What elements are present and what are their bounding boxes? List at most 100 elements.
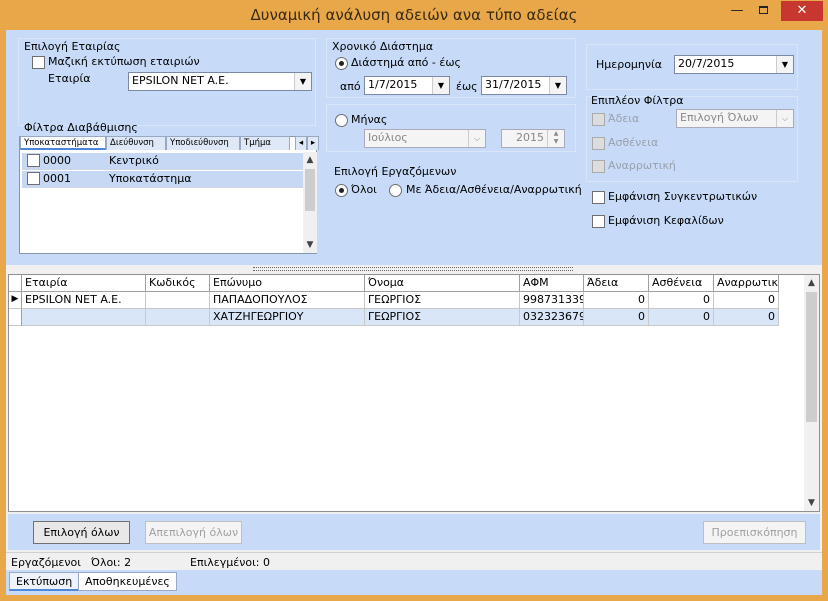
year-value: 2015 xyxy=(516,131,544,144)
cell-name[interactable]: ΓΕΩΡΓΙΟΣ xyxy=(365,292,520,309)
column-header-afm[interactable]: ΑΦΜ xyxy=(520,275,584,292)
cell-sick[interactable]: 0 xyxy=(649,292,714,309)
sick-label: Ασθένεια xyxy=(608,136,659,149)
maximize-button[interactable] xyxy=(750,1,776,21)
window-title: Δυναμική ανάλυση αδειών ανα τύπο αδείας xyxy=(250,6,578,24)
cell-surname[interactable]: ΧΑΤΖΗΓΕΩΡΓΙΟΥ xyxy=(210,309,365,326)
month-radio-label: Μήνας xyxy=(351,113,388,126)
chevron-up-icon[interactable]: ▲ xyxy=(804,275,819,291)
panel-splitter[interactable] xyxy=(6,265,822,274)
sick-checkbox[interactable] xyxy=(592,137,605,150)
minimize-button[interactable]: — xyxy=(724,1,750,21)
preview-button[interactable]: Προεπισκόπηση xyxy=(703,521,806,544)
company-select-value: EPSILON NET A.E. xyxy=(132,74,229,87)
cell-code[interactable] xyxy=(146,309,210,326)
chevron-up-icon[interactable]: ▲ xyxy=(303,152,317,168)
chevron-down-icon[interactable]: ▼ xyxy=(303,237,317,253)
from-label: από xyxy=(340,80,361,93)
cell-leave[interactable]: 0 xyxy=(584,292,649,309)
row-checkbox[interactable] xyxy=(27,154,40,167)
show-headers-checkbox[interactable] xyxy=(592,215,605,228)
cell-company[interactable] xyxy=(22,309,146,326)
employees-group-label: Επιλογή Εργαζόμενων xyxy=(334,165,457,178)
column-header-sick[interactable]: Ασθένεια xyxy=(649,275,714,292)
grading-filters-panel: 0000 Κεντρικό 0001 Υποκατάστημα ▲ ▼ xyxy=(19,136,317,254)
cell-company[interactable]: EPSILON NET A.E. xyxy=(22,292,146,309)
row-checkbox[interactable] xyxy=(27,172,40,185)
grid-corner xyxy=(9,275,22,292)
year-stepper[interactable]: 2015 ▲ ▼ xyxy=(501,129,565,148)
tab-branches[interactable]: Υποκαταστήματα xyxy=(20,136,106,150)
bulk-print-label: Μαζική εκτύπωση εταιριών xyxy=(48,55,200,68)
disability-checkbox[interactable] xyxy=(592,160,605,173)
tab-print[interactable]: Εκτύπωση xyxy=(9,572,80,591)
cell-afm[interactable]: 998731339 xyxy=(520,292,584,309)
branch-name: Κεντρικό xyxy=(109,154,159,167)
company-select[interactable]: EPSILON NET A.E. ▼ xyxy=(128,72,312,91)
list-item[interactable]: 0000 Κεντρικό xyxy=(22,153,304,170)
month-select[interactable]: Ιούλιος ⌵ xyxy=(364,129,486,148)
chevron-right-icon[interactable]: ▸ xyxy=(307,136,319,150)
tab-directorate[interactable]: Διεύθυνση xyxy=(106,136,166,150)
column-header-surname[interactable]: Επώνυμο xyxy=(210,275,365,292)
stepper-arrows-icon[interactable]: ▲ ▼ xyxy=(547,130,564,147)
title-bar: Δυναμική ανάλυση αδειών ανα τύπο αδείας … xyxy=(0,0,828,30)
splitter-grip[interactable] xyxy=(253,267,573,271)
tab-department[interactable]: Τμήμα xyxy=(240,136,290,150)
row-selector[interactable] xyxy=(9,309,22,326)
chevron-down-icon[interactable]: ⌵ xyxy=(468,130,485,147)
tab-saved[interactable]: Αποθηκευμένες xyxy=(78,572,177,591)
leave-type-select[interactable]: Επιλογή Όλων ⌵ xyxy=(676,109,794,128)
range-radio[interactable] xyxy=(335,57,348,70)
cell-disability[interactable]: 0 xyxy=(714,309,779,326)
leave-checkbox[interactable] xyxy=(592,113,605,126)
employees-status-label: Εργαζόμενοι xyxy=(11,556,81,569)
list-item[interactable]: 0001 Υποκατάστημα xyxy=(22,171,304,188)
range-radio-label: Διάστημά από - έως xyxy=(351,56,461,69)
chevron-down-icon[interactable]: ▼ xyxy=(294,73,311,90)
date-field[interactable]: 20/7/2015 ▼ xyxy=(674,55,794,74)
column-header-name[interactable]: Όνομα xyxy=(365,275,520,292)
column-header-leave[interactable]: Άδεια xyxy=(584,275,649,292)
tab-subdirectorate[interactable]: Υποδιεύθυνση xyxy=(166,136,240,150)
employees-grid: Εταιρία Κωδικός Επώνυμο Όνομα ΑΦΜ Άδεια … xyxy=(8,274,820,512)
show-totals-checkbox[interactable] xyxy=(592,191,605,204)
cell-disability[interactable]: 0 xyxy=(714,292,779,309)
show-totals-label: Εμφάνιση Συγκεντρωτικών xyxy=(608,190,758,203)
to-date-field[interactable]: 31/7/2015 ▼ xyxy=(481,76,567,95)
cell-sick[interactable]: 0 xyxy=(649,309,714,326)
column-header-disability[interactable]: Αναρρωτική xyxy=(714,275,779,292)
leave-label: Άδεια xyxy=(608,112,640,125)
close-button[interactable]: ✕ xyxy=(781,1,823,21)
chevron-left-icon[interactable]: ◂ xyxy=(295,136,307,150)
from-date-field[interactable]: 1/7/2015 ▼ xyxy=(364,76,450,95)
from-date-value: 1/7/2015 xyxy=(368,78,418,91)
cell-name[interactable]: ΓΕΩΡΓΙΟΣ xyxy=(365,309,520,326)
cell-surname[interactable]: ΠΑΠΑΔΟΠΟΥΛΟΣ xyxy=(210,292,365,309)
month-radio[interactable] xyxy=(335,114,348,127)
show-headers-label: Εμφάνιση Κεφαλίδων xyxy=(608,214,724,227)
scroll-thumb[interactable] xyxy=(305,169,315,211)
column-header-company[interactable]: Εταιρία xyxy=(22,275,146,292)
chevron-down-icon[interactable]: ⌵ xyxy=(776,110,793,127)
grid-scrollbar[interactable]: ▲ ▼ xyxy=(804,275,819,511)
select-all-button[interactable]: Επιλογή όλων xyxy=(33,521,130,544)
bulk-print-checkbox[interactable] xyxy=(32,56,45,69)
current-row-indicator-icon[interactable]: ▶ xyxy=(9,292,22,309)
column-header-code[interactable]: Κωδικός xyxy=(146,275,210,292)
with-leave-radio[interactable] xyxy=(389,184,402,197)
chevron-down-icon[interactable]: ▼ xyxy=(549,77,566,94)
scroll-thumb[interactable] xyxy=(806,292,817,422)
chevron-down-icon[interactable]: ▼ xyxy=(776,56,793,73)
cell-code[interactable] xyxy=(146,292,210,309)
chevron-down-icon[interactable]: ▼ xyxy=(804,495,819,511)
filters-scrollbar[interactable]: ▲ ▼ xyxy=(303,152,317,253)
all-employees-radio[interactable] xyxy=(335,184,348,197)
branch-name: Υποκατάστημα xyxy=(109,172,192,185)
cell-afm[interactable]: 032323679 xyxy=(520,309,584,326)
disability-label: Αναρρωτική xyxy=(608,159,676,172)
chevron-down-icon[interactable]: ▼ xyxy=(432,77,449,94)
company-group-label: Επιλογή Εταιρίας xyxy=(24,40,121,53)
cell-leave[interactable]: 0 xyxy=(584,309,649,326)
deselect-all-button[interactable]: Απεπιλογή όλων xyxy=(145,521,242,544)
